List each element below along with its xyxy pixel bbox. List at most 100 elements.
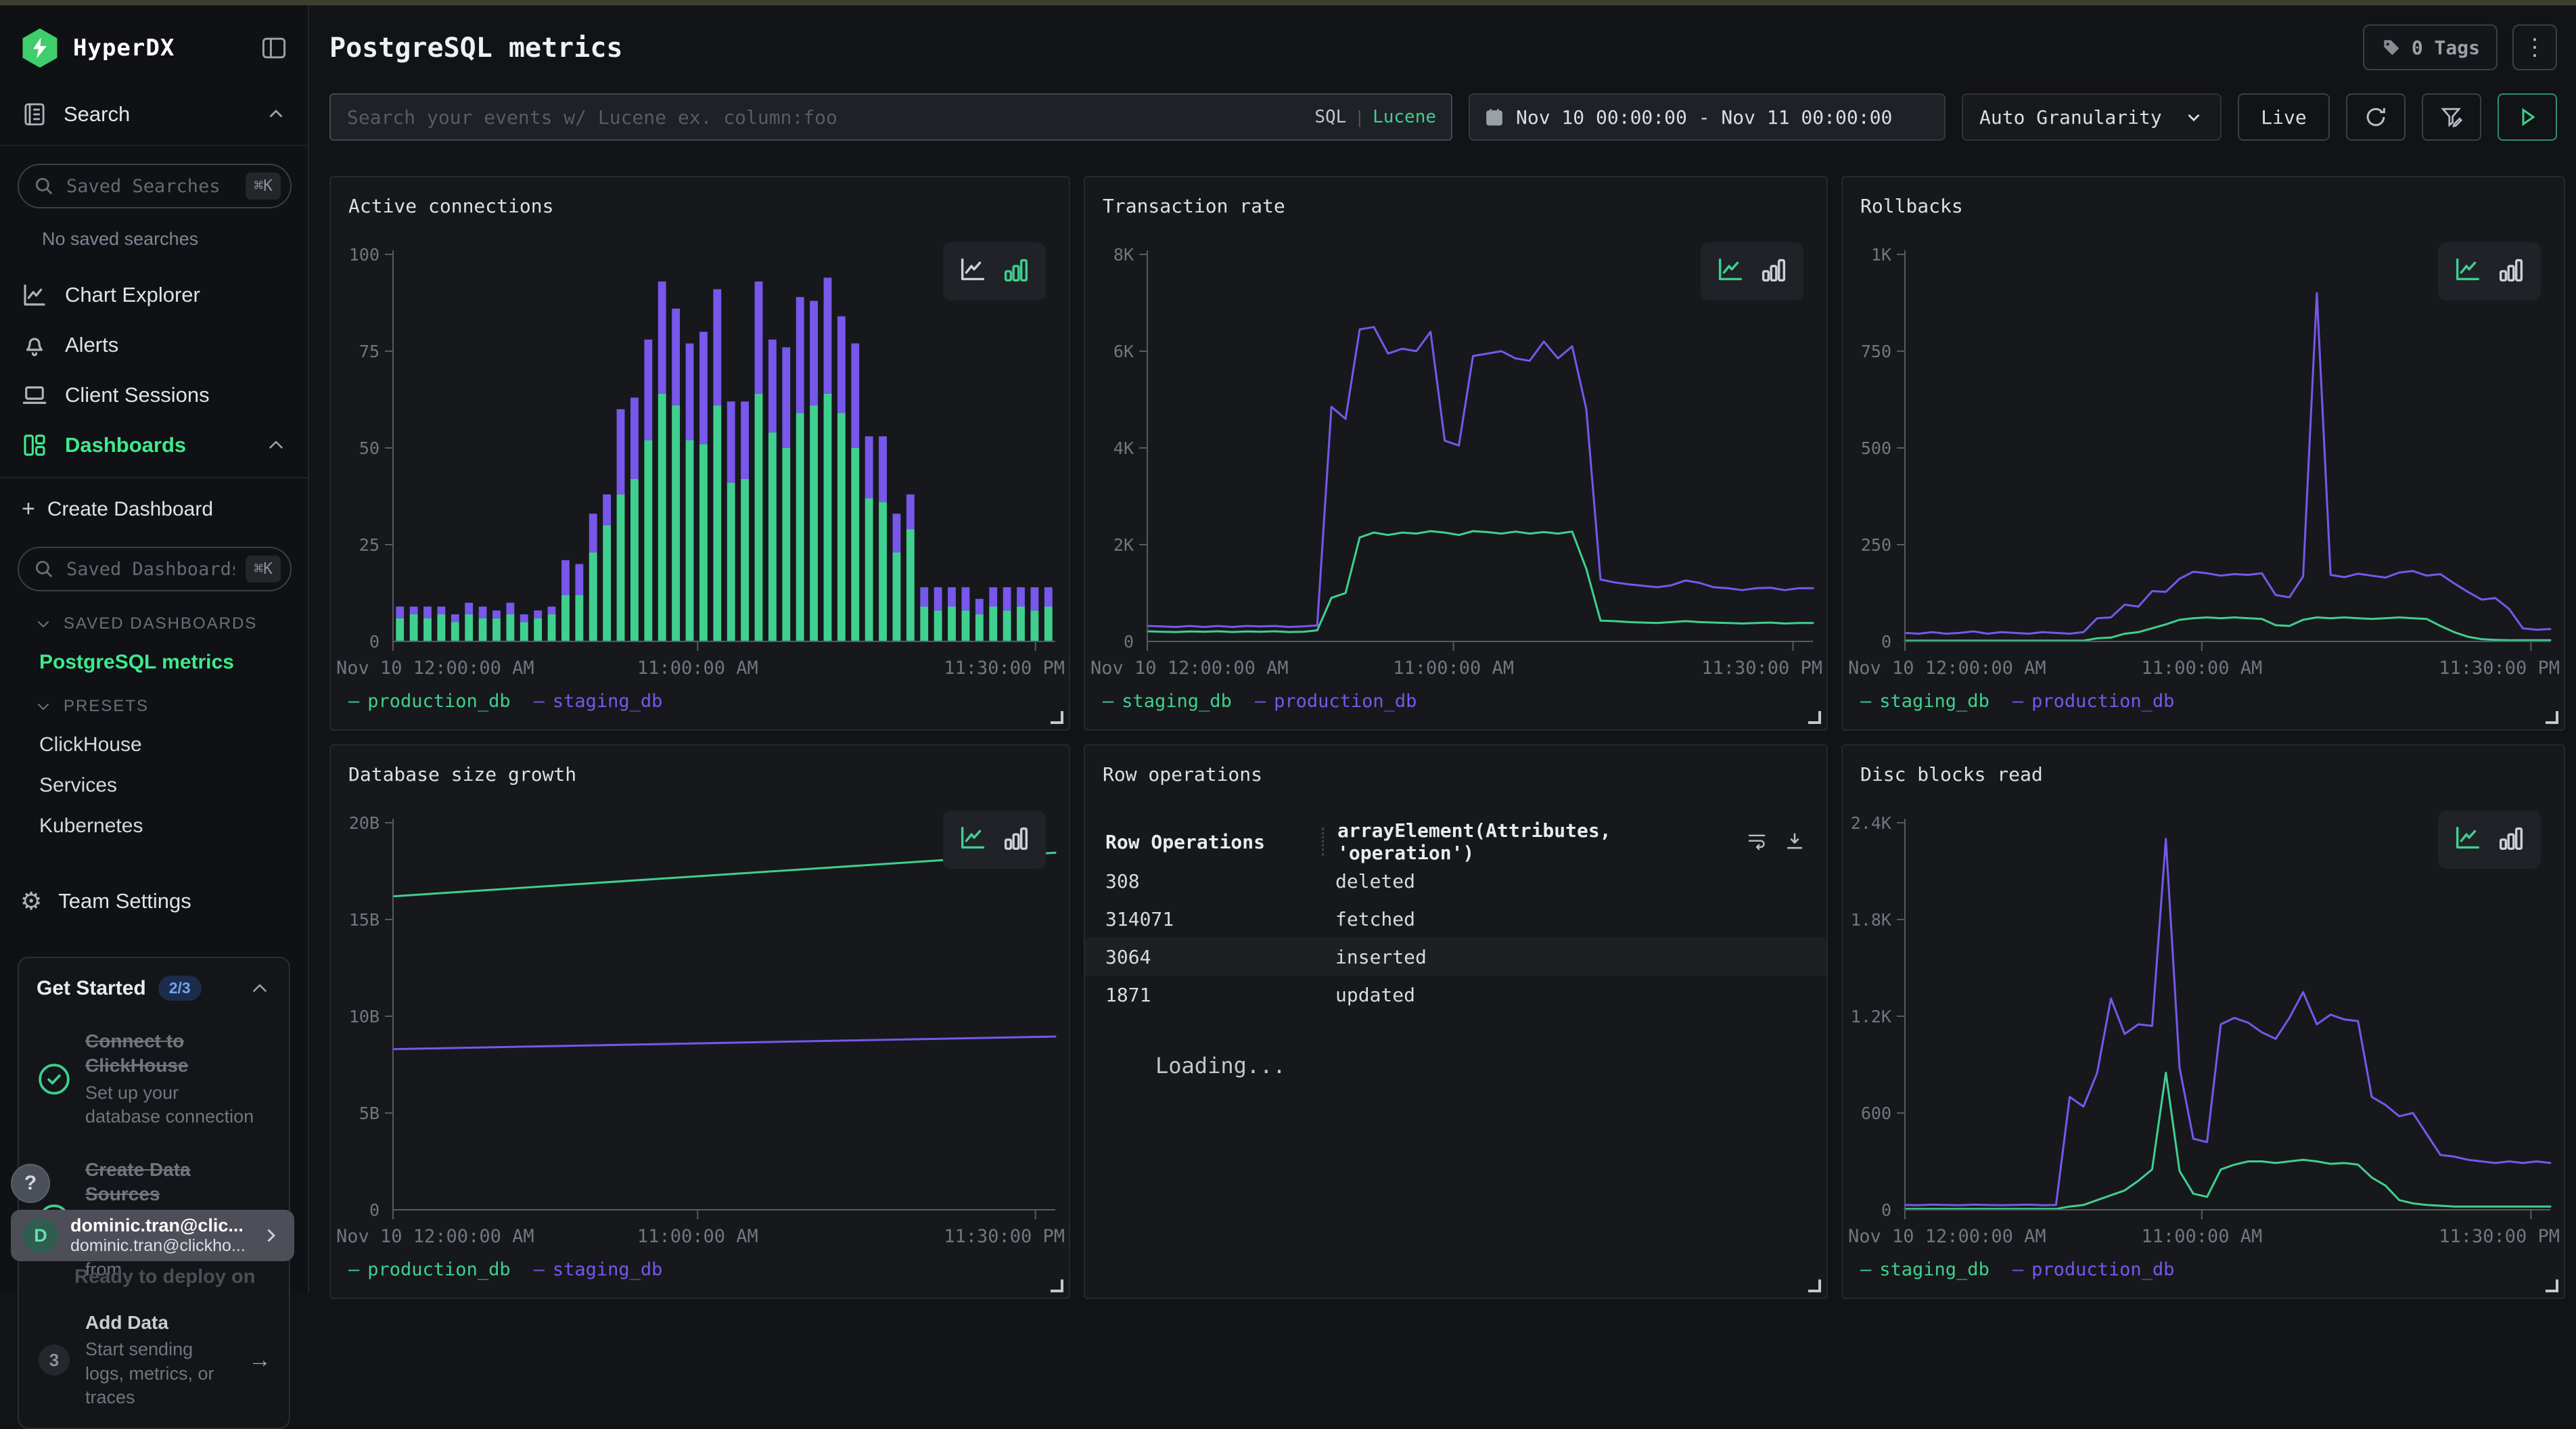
sidebar-section-search[interactable]: Search [0, 84, 308, 146]
line-chart-icon[interactable] [957, 823, 988, 857]
resize-handle[interactable] [1808, 711, 1821, 724]
lucene-mode-toggle[interactable]: Lucene [1373, 107, 1436, 127]
chart-type-toggle[interactable] [2438, 811, 2541, 869]
table-row[interactable]: 308deleted [1105, 862, 1806, 900]
sidebar-dashboard-services[interactable]: Services [39, 774, 308, 797]
legend-item[interactable]: —staging_db [1860, 1259, 1990, 1280]
svg-text:11:00:00 AM: 11:00:00 AM [637, 1226, 758, 1247]
chart-type-toggle[interactable] [1701, 242, 1803, 300]
sidebar-item-label: Chart Explorer [65, 283, 288, 307]
panel-disc-blocks-read: Disc blocks read2.4K1.8K1.2K6000Nov 10 1… [1841, 744, 2565, 1299]
legend-item[interactable]: —production_db [1255, 691, 1417, 712]
get-started-item-3[interactable]: 3Add DataStart sending logs, metrics, or… [37, 1311, 271, 1410]
resize-handle[interactable] [2546, 1279, 2558, 1292]
sidebar-item-alerts[interactable]: Alerts [0, 320, 308, 370]
bar-chart-icon[interactable] [2496, 254, 2527, 289]
legend-item[interactable]: —production_db [348, 1259, 511, 1280]
sidebar-item-dashboards[interactable]: Dashboards [0, 420, 308, 470]
legend-item[interactable]: —production_db [2013, 691, 2175, 712]
legend-item[interactable]: —staging_db [534, 691, 663, 712]
resize-handle[interactable] [2546, 711, 2558, 724]
chart-type-toggle[interactable] [2438, 242, 2541, 300]
bar-chart-icon[interactable] [1758, 254, 1789, 289]
line-chart-icon[interactable] [2452, 823, 2483, 857]
legend-item[interactable]: —staging_db [1103, 691, 1232, 712]
resize-handle[interactable] [1051, 711, 1063, 724]
arrow-right-icon: → [248, 1347, 271, 1374]
sidebar-item-client-sessions[interactable]: Client Sessions [0, 370, 308, 420]
saved-searches-search: ⌘K [18, 164, 292, 208]
svg-text:Nov 10 12:00:00 AM: Nov 10 12:00:00 AM [1848, 1226, 2046, 1247]
table-row[interactable]: 314071fetched [1105, 900, 1806, 938]
legend-dash: — [2013, 691, 2023, 712]
legend-item[interactable]: —staging_db [534, 1259, 663, 1280]
create-dashboard-button[interactable]: + Create Dashboard [0, 478, 308, 529]
refresh-button[interactable] [2346, 93, 2406, 141]
team-settings-label: Team Settings [58, 889, 191, 913]
svg-text:1K: 1K [1871, 245, 1891, 265]
legend-series-name: production_db [367, 691, 510, 712]
sidebar-dashboard-postgresql-metrics[interactable]: PostgreSQL metrics [39, 651, 308, 674]
table-row[interactable]: 3064inserted [1085, 938, 1826, 976]
download-icon[interactable] [1783, 830, 1806, 853]
table-col-header: Row Operations [1105, 831, 1322, 853]
line-chart-icon[interactable] [2452, 254, 2483, 289]
chart-type-toggle[interactable] [943, 811, 1046, 869]
legend-item[interactable]: —staging_db [1860, 691, 1990, 712]
team-settings-button[interactable]: ⚙ Team Settings [0, 878, 308, 924]
time-range-picker[interactable]: Nov 10 00:00:00 - Nov 11 00:00:00 [1469, 93, 1946, 141]
saved-searches-input[interactable] [65, 175, 236, 198]
group-label-saved-dashboards[interactable]: SAVED DASHBOARDS [34, 614, 308, 633]
panel-title: Disc blocks read [1860, 763, 2043, 786]
sidebar-dashboard-kubernetes[interactable]: Kubernetes [39, 815, 308, 838]
hyperdx-logo-icon [20, 28, 60, 68]
line-chart-icon[interactable] [1715, 254, 1746, 289]
brand-row: HyperDX [0, 5, 308, 84]
get-started-item-1[interactable]: Connect to ClickHouseSet up your databas… [37, 1029, 271, 1129]
user-card[interactable]: D dominic.tran@clic... dominic.tran@clic… [11, 1210, 294, 1261]
wrap-text-icon[interactable] [1745, 830, 1768, 853]
events-search-input[interactable] [346, 106, 1304, 129]
help-button[interactable]: ? [11, 1164, 50, 1203]
bar-chart-icon[interactable] [1001, 254, 1032, 289]
svg-text:2.4K: 2.4K [1851, 813, 1891, 833]
bar-chart-icon[interactable] [2496, 823, 2527, 857]
panel-rollbacks: Rollbacks1K7505002500Nov 10 12:00:00 AM1… [1841, 176, 2565, 731]
legend-dash: — [348, 691, 359, 712]
granularity-select[interactable]: Auto Granularity [1962, 93, 2222, 141]
active-connections-plot: 1007550250Nov 10 12:00:00 AM11:00:00 AM1… [331, 242, 1070, 682]
chevron-up-icon[interactable] [248, 977, 271, 1000]
table-row[interactable]: 1871updated [1105, 976, 1806, 1014]
run-query-button[interactable] [2498, 93, 2557, 141]
collapse-sidebar-icon[interactable] [259, 33, 289, 63]
line-chart-icon[interactable] [957, 254, 988, 289]
svg-text:8K: 8K [1113, 245, 1134, 265]
svg-text:500: 500 [1861, 438, 1891, 458]
sidebar: HyperDX Search ⌘K No saved searches Char… [0, 5, 309, 1292]
sidebar-dashboard-clickhouse[interactable]: ClickHouse [39, 733, 308, 756]
svg-text:600: 600 [1861, 1104, 1891, 1123]
group-label-presets[interactable]: PRESETS [34, 697, 308, 716]
chart-icon [20, 281, 49, 309]
sidebar-item-chart-explorer[interactable]: Chart Explorer [0, 270, 308, 320]
more-options-button[interactable]: ⋮ [2512, 24, 2557, 70]
legend-series-name: staging_db [1122, 691, 1232, 712]
legend-item[interactable]: —production_db [2013, 1259, 2175, 1280]
svg-text:11:00:00 AM: 11:00:00 AM [2141, 1226, 2262, 1247]
tags-button[interactable]: 0 Tags [2363, 24, 2498, 70]
svg-text:50: 50 [359, 438, 380, 458]
saved-dashboards-input[interactable] [65, 558, 236, 581]
legend-item[interactable]: — production_db [348, 691, 511, 712]
get-started-item-texts: Add DataStart sending logs, metrics, or … [85, 1311, 235, 1410]
resize-handle[interactable] [1808, 1279, 1821, 1292]
filter-button[interactable] [2422, 93, 2481, 141]
svg-text:2K: 2K [1113, 535, 1134, 555]
panel-row-operations: Row operationsRow OperationsarrayElement… [1084, 744, 1828, 1299]
sql-mode-toggle[interactable]: SQL [1314, 107, 1346, 127]
resize-handle[interactable] [1051, 1279, 1063, 1292]
live-button[interactable]: Live [2238, 93, 2330, 141]
time-range-value: Nov 10 00:00:00 - Nov 11 00:00:00 [1516, 106, 1892, 129]
table-cell-value: 3064 [1105, 946, 1322, 968]
chart-type-toggle[interactable] [943, 242, 1046, 300]
bar-chart-icon[interactable] [1001, 823, 1032, 857]
